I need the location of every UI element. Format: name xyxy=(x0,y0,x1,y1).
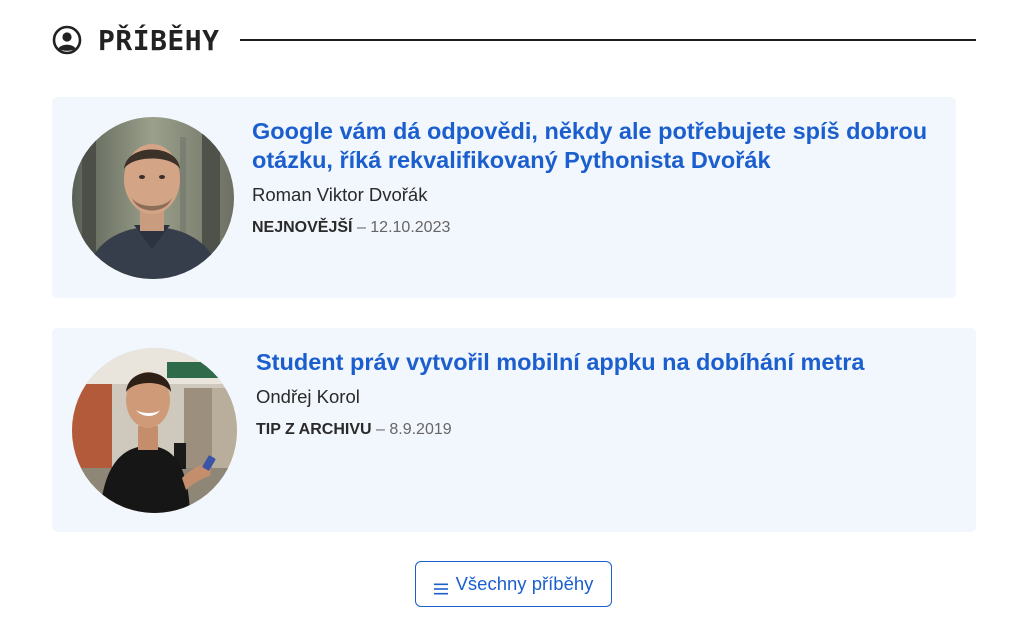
story-author: Roman Viktor Dvořák xyxy=(252,184,428,205)
story-title-link[interactable]: Google vám dá odpovědi, někdy ale potřeb… xyxy=(252,117,932,175)
menu-lines-icon xyxy=(433,578,448,595)
story-author: Ondřej Korol xyxy=(256,386,360,407)
story-text: Google vám dá odpovědi, někdy ale potřeb… xyxy=(252,117,932,238)
all-stories-label: Všechny příběhy xyxy=(455,573,594,594)
story-meta: TIP Z ARCHIVU – 8.9.2019 xyxy=(256,420,952,440)
story-card: Student práv vytvořil mobilní appku na d… xyxy=(52,328,976,532)
section-title: PŘÍBĚHY xyxy=(98,23,220,57)
story-meta: NEJNOVĚJŠÍ – 12.10.2023 xyxy=(252,218,932,238)
story-card: Google vám dá odpovědi, někdy ale potřeb… xyxy=(52,97,956,298)
section-header: PŘÍBĚHY xyxy=(52,20,976,60)
story-tag: TIP Z ARCHIVU xyxy=(256,421,372,438)
story-avatar[interactable] xyxy=(72,348,237,513)
header-divider xyxy=(239,39,976,41)
story-date: – 12.10.2023 xyxy=(356,219,451,236)
story-date: – 8.9.2019 xyxy=(376,421,452,438)
all-stories-button[interactable]: Všechny příběhy xyxy=(415,561,612,607)
story-tag: NEJNOVĚJŠÍ xyxy=(252,219,353,236)
user-circle-icon xyxy=(52,25,82,55)
story-text: Student práv vytvořil mobilní appku na d… xyxy=(256,348,952,440)
story-title-link[interactable]: Student práv vytvořil mobilní appku na d… xyxy=(256,348,952,377)
story-avatar[interactable] xyxy=(72,117,234,279)
